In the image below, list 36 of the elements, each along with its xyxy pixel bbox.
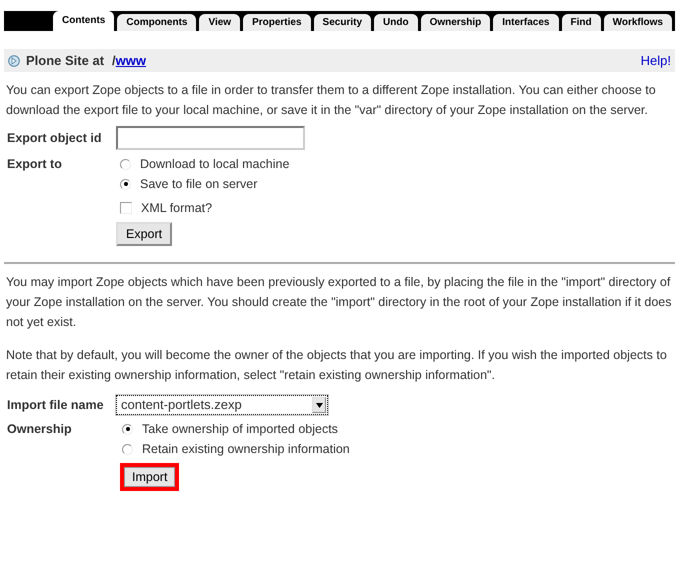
tab[interactable]: Properties bbox=[243, 14, 311, 31]
intro-paragraph: You can export Zope objects to a file in order to transfer them to a different Zope installation. You can either choose to download the export file to your local machine, or save it in the "var" directory of your Zope installation on the server. bbox=[6, 82, 657, 119]
field-label: Ownership bbox=[7, 421, 73, 438]
radio-button[interactable] bbox=[120, 178, 131, 190]
export-id-field[interactable] bbox=[116, 126, 305, 150]
paragraph: Note that by default, you will become the owner of the objects that you are importing. If you wish the imported objects to retain their existing ownership information, select "retain existing ownership information". bbox=[6, 347, 668, 384]
field-label: Export to bbox=[7, 156, 63, 173]
option-label: Retain existing ownership information bbox=[142, 441, 350, 458]
tab[interactable]: Undo bbox=[374, 14, 418, 31]
field-label: Import file name bbox=[7, 397, 105, 414]
radio-button[interactable] bbox=[120, 158, 131, 170]
tab[interactable]: Workflows bbox=[604, 14, 672, 31]
site-title: Plone Site at bbox=[26, 52, 104, 70]
export-button[interactable]: Export bbox=[116, 222, 172, 246]
checkbox-label: XML format? bbox=[141, 200, 212, 217]
radio-button[interactable] bbox=[122, 424, 133, 434]
tab[interactable]: Find bbox=[562, 14, 601, 31]
field-label: Export object id bbox=[7, 130, 102, 147]
option-label: Take ownership of imported objects bbox=[142, 421, 338, 438]
site-icon bbox=[8, 54, 20, 66]
checkbox[interactable] bbox=[120, 202, 132, 214]
help-link[interactable]: Help! bbox=[640, 50, 671, 70]
path-prefix: / bbox=[112, 52, 116, 70]
tab[interactable]: Interfaces bbox=[493, 14, 558, 31]
option-label: Download to local machine bbox=[140, 156, 290, 173]
radio-button[interactable] bbox=[122, 444, 133, 454]
tab[interactable]: View bbox=[199, 14, 240, 31]
file-select[interactable]: content-portlets.zexp bbox=[116, 395, 328, 415]
tab[interactable]: Components bbox=[117, 14, 196, 31]
tab[interactable]: Security bbox=[314, 14, 372, 31]
import-button[interactable]: Import bbox=[120, 463, 180, 491]
tab[interactable]: Ownership bbox=[420, 14, 490, 31]
paragraph: You may import Zope objects which have been previously exported to a file, by placing the file in the "import" directory of your Zope installation on the server. You should create the "import" directory in the root of your Zope installation if it does not yet exist. bbox=[6, 274, 672, 331]
tab[interactable]: Contents bbox=[53, 11, 114, 31]
path-link[interactable]: www bbox=[116, 50, 146, 70]
option-label: Save to file on server bbox=[140, 176, 258, 193]
